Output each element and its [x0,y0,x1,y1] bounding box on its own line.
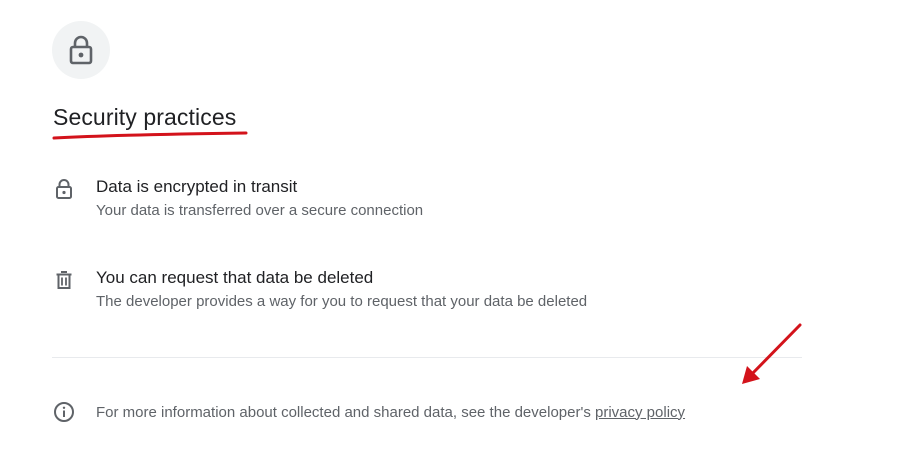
practice-description: Your data is transferred over a secure c… [96,202,424,219]
red-arrow-annotation [742,323,802,384]
practice-heading: Data is encrypted in transit [96,177,298,196]
footer-text: For more information about collected and… [96,403,595,421]
lock-icon [69,35,93,65]
practice-item-deletion: You can request that data be deleted The… [52,267,812,312]
practice-heading: You can request that data be deleted [96,268,374,287]
practice-description: The developer provides a way for you to … [96,293,588,310]
privacy-policy-link[interactable]: privacy policy [595,404,685,421]
trash-icon [56,271,72,289]
header-lock-icon-badge [52,21,110,79]
lock-icon [56,179,72,199]
footer-text-container: For more information about collected and… [96,404,685,421]
practice-item-encryption: Data is encrypted in transit Your data i… [52,176,812,221]
privacy-info-footer: For more information about collected and… [52,400,685,424]
divider [52,357,802,358]
page-title: Security practices [53,104,237,130]
red-underline-annotation [52,131,248,140]
info-icon [54,402,74,422]
